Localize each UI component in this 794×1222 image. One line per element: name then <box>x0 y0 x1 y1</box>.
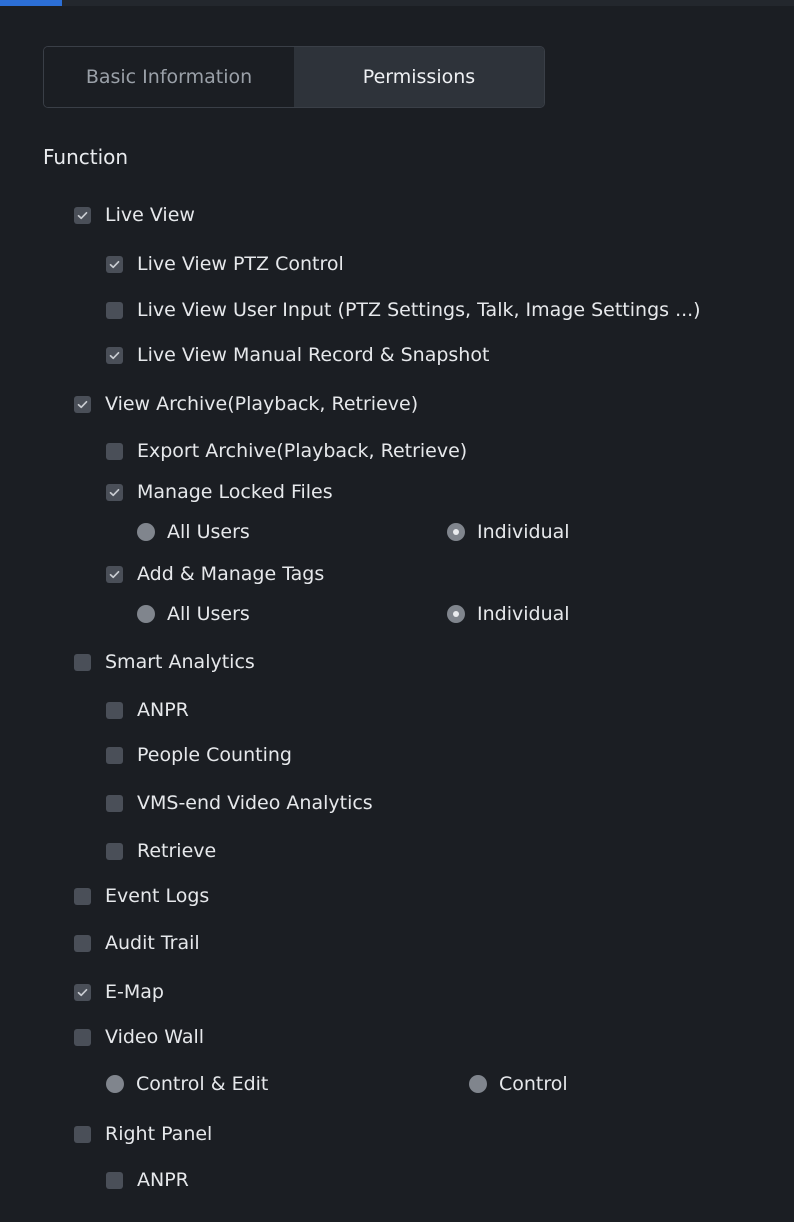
checkbox-row-view-archive[interactable]: View Archive(Playback, Retrieve) <box>74 391 418 417</box>
checkbox-label: People Counting <box>137 744 292 766</box>
checkbox-label: Event Logs <box>105 885 210 907</box>
checkmark-icon <box>109 570 120 578</box>
radio-label: Control & Edit <box>136 1073 269 1095</box>
checkbox[interactable] <box>74 1028 91 1046</box>
checkbox-row-live-view-user-input[interactable]: Live View User Input (PTZ Settings, Talk… <box>106 297 701 323</box>
checkbox[interactable] <box>106 842 123 860</box>
radio-button[interactable] <box>447 605 465 623</box>
checkbox-row-right-panel[interactable]: Right Panel <box>74 1121 212 1147</box>
checkbox-label: Add & Manage Tags <box>137 563 325 585</box>
tab-permissions[interactable]: Permissions <box>294 47 544 107</box>
checkbox[interactable] <box>74 206 91 224</box>
checkbox[interactable] <box>106 346 123 364</box>
checkbox-row-live-view[interactable]: Live View <box>74 202 195 228</box>
checkbox-row-vms-video-analytics[interactable]: VMS-end Video Analytics <box>106 790 373 816</box>
radio-button[interactable] <box>137 523 155 541</box>
radio-row-locked-files-all-users[interactable]: All Users <box>137 519 250 545</box>
checkbox[interactable] <box>106 301 123 319</box>
checkbox-label: Live View <box>105 204 195 226</box>
checkbox-row-export-archive[interactable]: Export Archive(Playback, Retrieve) <box>106 438 467 464</box>
top-accent-bar <box>0 0 62 6</box>
radio-button[interactable] <box>106 1075 124 1093</box>
radio-label: Control <box>499 1073 568 1095</box>
checkbox-label: Retrieve <box>137 840 217 862</box>
checkbox-label: ANPR <box>137 1169 189 1191</box>
permissions-panel: Basic Information Permissions Function L… <box>0 0 794 1222</box>
checkbox-label: Live View User Input (PTZ Settings, Talk… <box>137 299 701 321</box>
checkbox-row-right-panel-anpr[interactable]: ANPR <box>106 1167 189 1193</box>
checkbox[interactable] <box>106 483 123 501</box>
tab-bar: Basic Information Permissions <box>43 46 545 108</box>
radio-button[interactable] <box>137 605 155 623</box>
checkbox-label: Live View PTZ Control <box>137 253 344 275</box>
checkbox[interactable] <box>74 934 91 952</box>
radio-label: Individual <box>477 603 570 625</box>
checkbox-row-event-logs[interactable]: Event Logs <box>74 883 209 909</box>
checkbox-label: ANPR <box>137 699 189 721</box>
radio-row-tags-individual[interactable]: Individual <box>447 601 570 627</box>
checkbox-label: Live View Manual Record & Snapshot <box>137 344 490 366</box>
checkbox[interactable] <box>106 794 123 812</box>
checkbox[interactable] <box>106 1171 123 1189</box>
checkbox[interactable] <box>74 1125 91 1143</box>
checkbox[interactable] <box>106 701 123 719</box>
top-divider <box>62 0 794 6</box>
checkbox-label: E-Map <box>105 981 164 1003</box>
radio-label: Individual <box>477 521 570 543</box>
checkbox-label: Audit Trail <box>105 932 200 954</box>
checkbox-label: Right Panel <box>105 1123 213 1145</box>
radio-label: All Users <box>167 521 250 543</box>
checkbox-row-retrieve[interactable]: Retrieve <box>106 838 216 864</box>
radio-row-locked-files-individual[interactable]: Individual <box>447 519 570 545</box>
checkbox-row-manage-locked-files[interactable]: Manage Locked Files <box>106 479 333 505</box>
radio-row-video-wall-control-edit[interactable]: Control & Edit <box>106 1071 268 1097</box>
checkbox-label: Smart Analytics <box>105 651 255 673</box>
checkbox-row-anpr[interactable]: ANPR <box>106 697 189 723</box>
checkbox[interactable] <box>74 653 91 671</box>
checkbox-row-people-counting[interactable]: People Counting <box>106 742 292 768</box>
checkmark-icon <box>77 211 88 219</box>
tab-basic-information[interactable]: Basic Information <box>44 47 294 107</box>
radio-row-video-wall-control[interactable]: Control <box>469 1071 568 1097</box>
checkbox-row-video-wall[interactable]: Video Wall <box>74 1024 204 1050</box>
checkbox[interactable] <box>74 983 91 1001</box>
checkbox-row-audit-trail[interactable]: Audit Trail <box>74 930 200 956</box>
checkmark-icon <box>109 488 120 496</box>
checkbox-row-live-view-ptz-control[interactable]: Live View PTZ Control <box>106 251 344 277</box>
checkmark-icon <box>109 260 120 268</box>
checkmark-icon <box>109 351 120 359</box>
checkbox-label: VMS-end Video Analytics <box>137 792 373 814</box>
checkmark-icon <box>77 400 88 408</box>
checkbox[interactable] <box>106 565 123 583</box>
radio-label: All Users <box>167 603 250 625</box>
section-title-function: Function <box>43 145 129 169</box>
checkbox[interactable] <box>106 255 123 273</box>
checkbox[interactable] <box>106 746 123 764</box>
checkbox-row-e-map[interactable]: E-Map <box>74 979 164 1005</box>
radio-row-tags-all-users[interactable]: All Users <box>137 601 250 627</box>
checkbox-row-smart-analytics[interactable]: Smart Analytics <box>74 649 255 675</box>
checkbox-label: Video Wall <box>105 1026 205 1048</box>
checkbox-row-live-view-manual-record[interactable]: Live View Manual Record & Snapshot <box>106 342 489 368</box>
checkbox[interactable] <box>74 395 91 413</box>
radio-button[interactable] <box>447 523 465 541</box>
checkbox-label: View Archive(Playback, Retrieve) <box>105 393 419 415</box>
checkbox[interactable] <box>106 442 123 460</box>
checkbox-row-add-manage-tags[interactable]: Add & Manage Tags <box>106 561 324 587</box>
checkbox-label: Export Archive(Playback, Retrieve) <box>137 440 468 462</box>
radio-button[interactable] <box>469 1075 487 1093</box>
checkbox-label: Manage Locked Files <box>137 481 333 503</box>
checkmark-icon <box>77 988 88 996</box>
checkbox[interactable] <box>74 887 91 905</box>
